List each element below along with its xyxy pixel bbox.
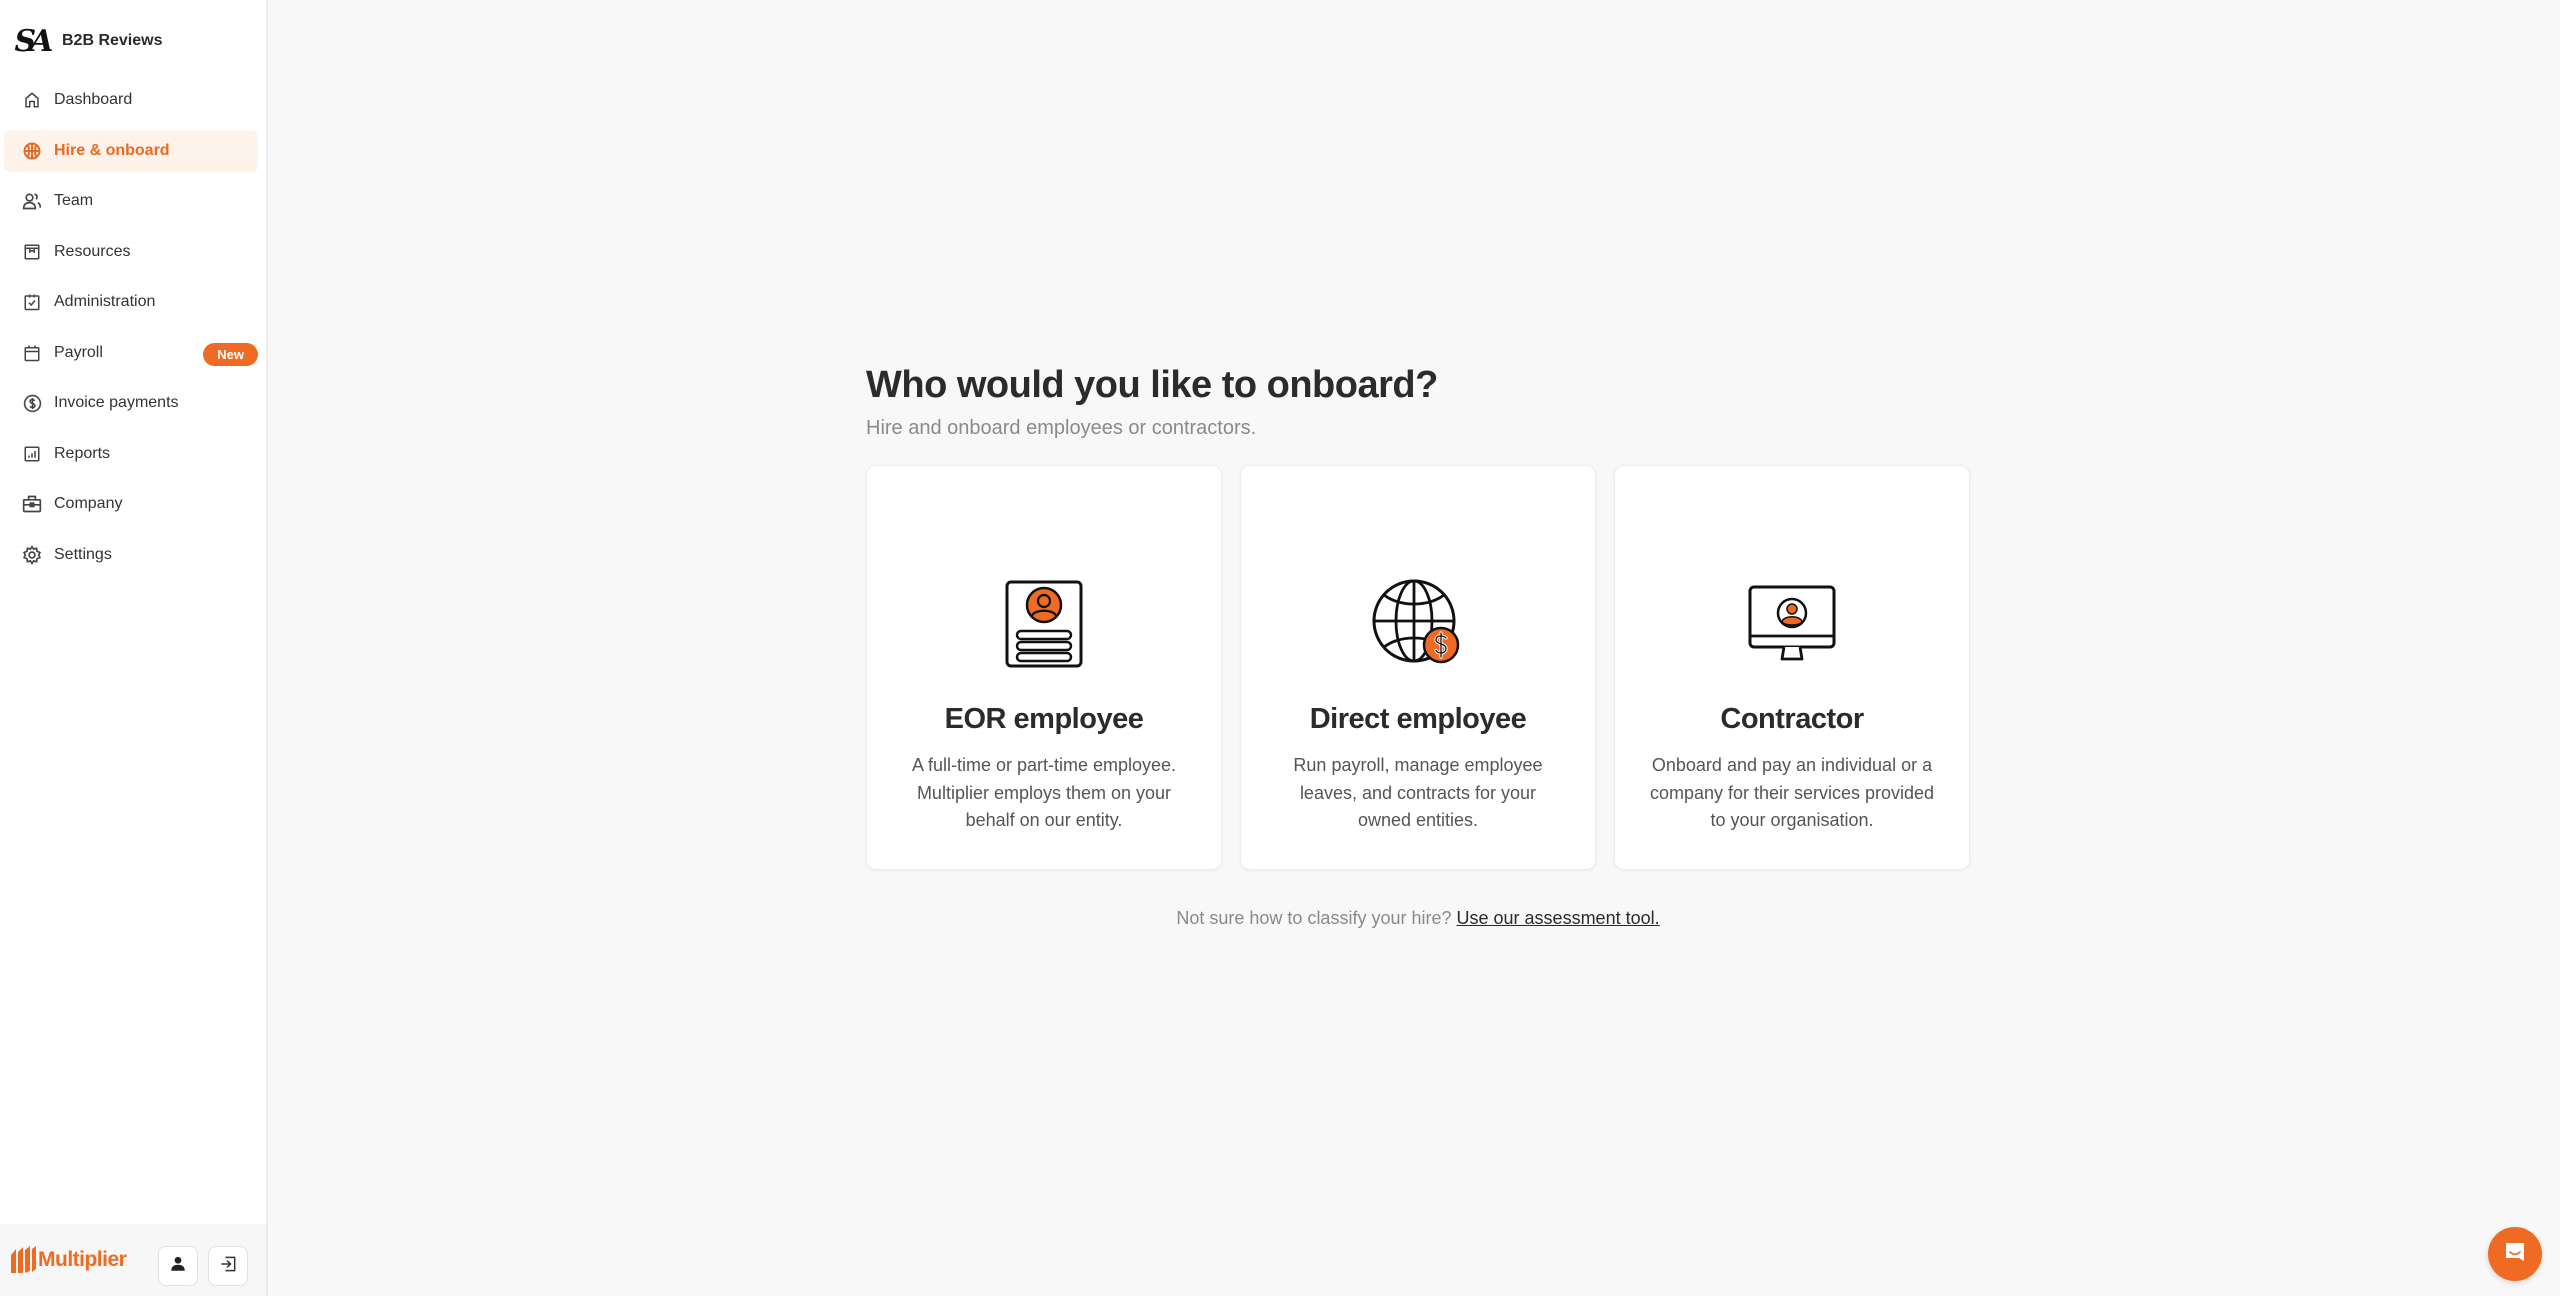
brand[interactable]: SA B2B Reviews bbox=[12, 22, 163, 60]
briefcase-icon bbox=[22, 494, 42, 514]
sidebar-item-administration[interactable]: Administration bbox=[4, 281, 258, 323]
new-badge: New bbox=[203, 342, 258, 366]
sidebar-item-team[interactable]: Team bbox=[4, 180, 258, 222]
direct-employee-card[interactable]: Direct employee Run payroll, manage empl… bbox=[1240, 465, 1596, 870]
sidebar-footer: Multiplier bbox=[0, 1224, 266, 1296]
sidebar-item-label: Invoice payments bbox=[54, 394, 179, 411]
helper-text: Not sure how to classify your hire? bbox=[1176, 908, 1452, 928]
archive-icon bbox=[22, 242, 42, 262]
sidebar-item-label: Dashboard bbox=[54, 91, 133, 108]
card-description: A full-time or part-time employee. Multi… bbox=[911, 755, 1177, 830]
sidebar-item-label: Administration bbox=[54, 293, 156, 310]
sidebar-item-label: Company bbox=[54, 495, 123, 512]
logout-button[interactable] bbox=[208, 1246, 248, 1286]
multiplier-logo-icon bbox=[11, 1246, 36, 1273]
sidebar-nav: Dashboard Hire & onboard Team Resources … bbox=[4, 79, 258, 584]
onboard-options: EOR employee A full-time or part-time em… bbox=[866, 465, 1970, 870]
main-content: Who would you like to onboard? Hire and … bbox=[268, 0, 2560, 1296]
logout-icon bbox=[218, 1254, 238, 1279]
multiplier-logo[interactable]: Multiplier bbox=[10, 1245, 127, 1275]
sidebar-item-invoice-payments[interactable]: Invoice payments bbox=[4, 382, 258, 424]
card-title: Direct employee bbox=[1309, 703, 1527, 735]
home-icon bbox=[22, 90, 42, 110]
onboard-section: Who would you like to onboard? Hire and … bbox=[866, 364, 1970, 929]
card-title: Contractor bbox=[1720, 703, 1864, 735]
sidebar-item-label: Hire & onboard bbox=[54, 141, 170, 159]
dollar-circle-icon bbox=[22, 393, 42, 413]
chat-button[interactable] bbox=[2488, 1227, 2542, 1281]
clipboard-check-icon bbox=[22, 292, 42, 312]
users-icon bbox=[22, 191, 42, 211]
assessment-tool-link[interactable]: Use our assessment tool. bbox=[1457, 908, 1660, 928]
sidebar-item-payroll[interactable]: Payroll New bbox=[4, 332, 258, 374]
sidebar-item-company[interactable]: Company bbox=[4, 483, 258, 525]
sidebar-item-label: Reports bbox=[54, 444, 111, 462]
sidebar-item-reports[interactable]: Reports bbox=[4, 433, 258, 475]
sidebar: SA B2B Reviews Dashboard Hire & onboard … bbox=[0, 0, 268, 1296]
sidebar-item-label: Settings bbox=[54, 545, 112, 563]
sidebar-item-label: Resources bbox=[54, 242, 131, 260]
sidebar-item-hire-onboard[interactable]: Hire & onboard bbox=[4, 129, 258, 172]
id-card-icon bbox=[994, 576, 1094, 671]
monitor-user-icon bbox=[1742, 576, 1842, 671]
gear-icon bbox=[22, 544, 42, 565]
brand-logo: SA bbox=[14, 23, 54, 59]
classification-helper: Not sure how to classify your hire? Use … bbox=[866, 908, 1970, 929]
contractor-card[interactable]: Contractor Onboard and pay an individual… bbox=[1614, 465, 1970, 870]
bar-chart-icon bbox=[22, 444, 42, 464]
user-icon bbox=[169, 1255, 187, 1278]
globe-dollar-icon bbox=[1368, 576, 1468, 671]
sidebar-item-dashboard[interactable]: Dashboard bbox=[4, 79, 258, 121]
page-subtitle: Hire and onboard employees or contractor… bbox=[866, 417, 1257, 439]
globe-icon bbox=[22, 141, 42, 161]
card-description: Run payroll, manage employee leaves, and… bbox=[1293, 755, 1543, 830]
brand-name: B2B Reviews bbox=[62, 32, 163, 49]
sidebar-item-resources[interactable]: Resources bbox=[4, 231, 258, 273]
card-title: EOR employee bbox=[944, 703, 1144, 735]
sidebar-item-label: Payroll bbox=[54, 343, 103, 361]
sidebar-item-settings[interactable]: Settings bbox=[4, 534, 258, 576]
card-description: Onboard and pay an individual or a compa… bbox=[1649, 755, 1935, 830]
sidebar-item-label: Team bbox=[54, 192, 94, 209]
calendar-icon bbox=[22, 343, 42, 363]
eor-employee-card[interactable]: EOR employee A full-time or part-time em… bbox=[866, 465, 1222, 870]
chat-icon bbox=[2503, 1240, 2527, 1269]
page-title: Who would you like to onboard? bbox=[866, 364, 1438, 406]
multiplier-logo-text: Multiplier bbox=[38, 1248, 127, 1271]
profile-button[interactable] bbox=[158, 1246, 198, 1286]
